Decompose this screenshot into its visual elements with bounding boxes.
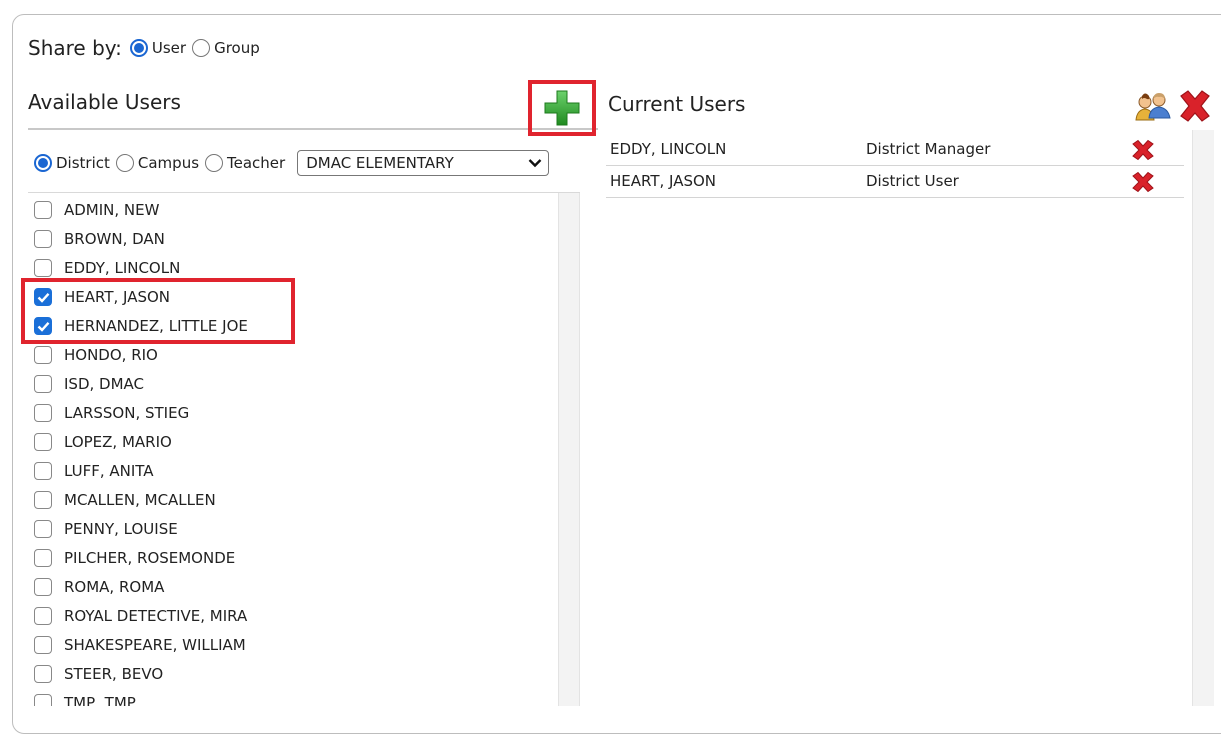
share-by-group-radio[interactable]: Group bbox=[192, 39, 260, 57]
list-item[interactable]: STEER, BEVO bbox=[34, 660, 163, 688]
user-name: MCALLEN, MCALLEN bbox=[64, 491, 216, 509]
user-name: PILCHER, ROSEMONDE bbox=[64, 549, 236, 567]
radio-indicator[interactable] bbox=[192, 39, 211, 57]
list-item[interactable]: SHAKESPEARE, WILLIAM bbox=[34, 631, 246, 659]
selection-highlight bbox=[21, 278, 295, 344]
checkbox[interactable] bbox=[34, 230, 52, 248]
scope-district-radio[interactable]: District bbox=[34, 154, 110, 172]
scope-filter-row: District Campus Teacher DMAC ELEMENTARY bbox=[34, 150, 550, 176]
user-name: LARSSON, STIEG bbox=[64, 404, 190, 422]
available-users-title: Available Users bbox=[28, 90, 181, 114]
user-name: ROMA, ROMA bbox=[64, 578, 165, 596]
checkbox[interactable] bbox=[34, 259, 52, 277]
user-name: EDDY, LINCOLN bbox=[64, 259, 181, 277]
red-x-icon[interactable] bbox=[1176, 88, 1214, 124]
current-user-name: EDDY, LINCOLN bbox=[610, 140, 727, 158]
radio-label: User bbox=[151, 39, 187, 57]
red-x-icon[interactable] bbox=[1130, 139, 1156, 161]
checkbox[interactable] bbox=[34, 201, 52, 219]
radio-indicator[interactable] bbox=[205, 154, 224, 172]
list-item[interactable]: ROYAL DETECTIVE, MIRA bbox=[34, 602, 247, 630]
scope-teacher-radio[interactable]: Teacher bbox=[205, 154, 285, 172]
user-name: PENNY, LOUISE bbox=[64, 520, 178, 538]
checkbox[interactable] bbox=[34, 491, 52, 509]
radio-label: Teacher bbox=[227, 154, 286, 172]
checkbox[interactable] bbox=[34, 346, 52, 364]
current-user-role: District Manager bbox=[866, 140, 991, 158]
user-name: SHAKESPEARE, WILLIAM bbox=[64, 636, 246, 654]
list-item[interactable]: TMP, TMP bbox=[34, 689, 136, 706]
checkbox[interactable] bbox=[34, 694, 52, 706]
radio-label: Group bbox=[214, 39, 260, 57]
checkbox[interactable] bbox=[34, 549, 52, 567]
users-icon[interactable] bbox=[1134, 90, 1172, 124]
list-item[interactable]: HONDO, RIO bbox=[34, 341, 158, 369]
current-users-scrollbar[interactable] bbox=[1192, 130, 1214, 706]
checkbox[interactable] bbox=[34, 607, 52, 625]
list-item[interactable]: ISD, DMAC bbox=[34, 370, 144, 398]
available-users-list: ADMIN, NEW BROWN, DAN EDDY, LINCOLN HEAR… bbox=[28, 193, 558, 706]
share-by-user-radio[interactable]: User bbox=[129, 39, 187, 57]
table-row: EDDY, LINCOLN District Manager bbox=[606, 134, 1184, 166]
checkbox[interactable] bbox=[34, 520, 52, 538]
user-name: ISD, DMAC bbox=[64, 375, 144, 393]
radio-indicator[interactable] bbox=[34, 154, 52, 172]
list-item[interactable]: LARSSON, STIEG bbox=[34, 399, 189, 427]
add-users-button[interactable] bbox=[528, 80, 596, 136]
user-name: LUFF, ANITA bbox=[64, 462, 154, 480]
list-item[interactable]: PILCHER, ROSEMONDE bbox=[34, 544, 235, 572]
user-name: HONDO, RIO bbox=[64, 346, 158, 364]
divider bbox=[28, 128, 598, 130]
share-by-label: Share by: bbox=[28, 36, 122, 60]
current-user-name: HEART, JASON bbox=[610, 172, 717, 190]
red-x-icon[interactable] bbox=[1130, 171, 1156, 193]
user-name: TMP, TMP bbox=[64, 694, 136, 706]
list-item[interactable]: BROWN, DAN bbox=[34, 225, 165, 253]
radio-indicator[interactable] bbox=[129, 39, 148, 57]
chevron-down-icon bbox=[528, 159, 542, 168]
table-row: HEART, JASON District User bbox=[606, 166, 1184, 198]
list-item[interactable]: LOPEZ, MARIO bbox=[34, 428, 172, 456]
share-by-row: Share by: User Group bbox=[28, 34, 266, 62]
user-name: ADMIN, NEW bbox=[64, 201, 160, 219]
checkbox[interactable] bbox=[34, 578, 52, 596]
list-item[interactable]: MCALLEN, MCALLEN bbox=[34, 486, 216, 514]
current-users-title: Current Users bbox=[608, 92, 746, 116]
checkbox[interactable] bbox=[34, 433, 52, 451]
radio-label: Campus bbox=[137, 154, 200, 172]
checkbox[interactable] bbox=[34, 404, 52, 422]
available-users-scrollbar[interactable] bbox=[558, 193, 580, 706]
plus-icon bbox=[544, 90, 580, 126]
campus-select-value: DMAC ELEMENTARY bbox=[306, 154, 454, 172]
list-item[interactable]: PENNY, LOUISE bbox=[34, 515, 178, 543]
user-name: LOPEZ, MARIO bbox=[64, 433, 172, 451]
radio-indicator[interactable] bbox=[115, 154, 134, 172]
checkbox[interactable] bbox=[34, 636, 52, 654]
radio-label: District bbox=[56, 154, 110, 172]
scope-campus-radio[interactable]: Campus bbox=[115, 154, 200, 172]
checkbox[interactable] bbox=[34, 375, 52, 393]
checkbox[interactable] bbox=[34, 665, 52, 683]
user-name: BROWN, DAN bbox=[64, 230, 165, 248]
user-name: ROYAL DETECTIVE, MIRA bbox=[64, 607, 248, 625]
campus-select[interactable]: DMAC ELEMENTARY bbox=[297, 150, 550, 176]
checkbox[interactable] bbox=[34, 462, 52, 480]
list-item[interactable]: LUFF, ANITA bbox=[34, 457, 154, 485]
user-name: STEER, BEVO bbox=[64, 665, 164, 683]
list-item[interactable]: ADMIN, NEW bbox=[34, 196, 159, 224]
current-user-role: District User bbox=[866, 172, 959, 190]
list-item[interactable]: ROMA, ROMA bbox=[34, 573, 164, 601]
